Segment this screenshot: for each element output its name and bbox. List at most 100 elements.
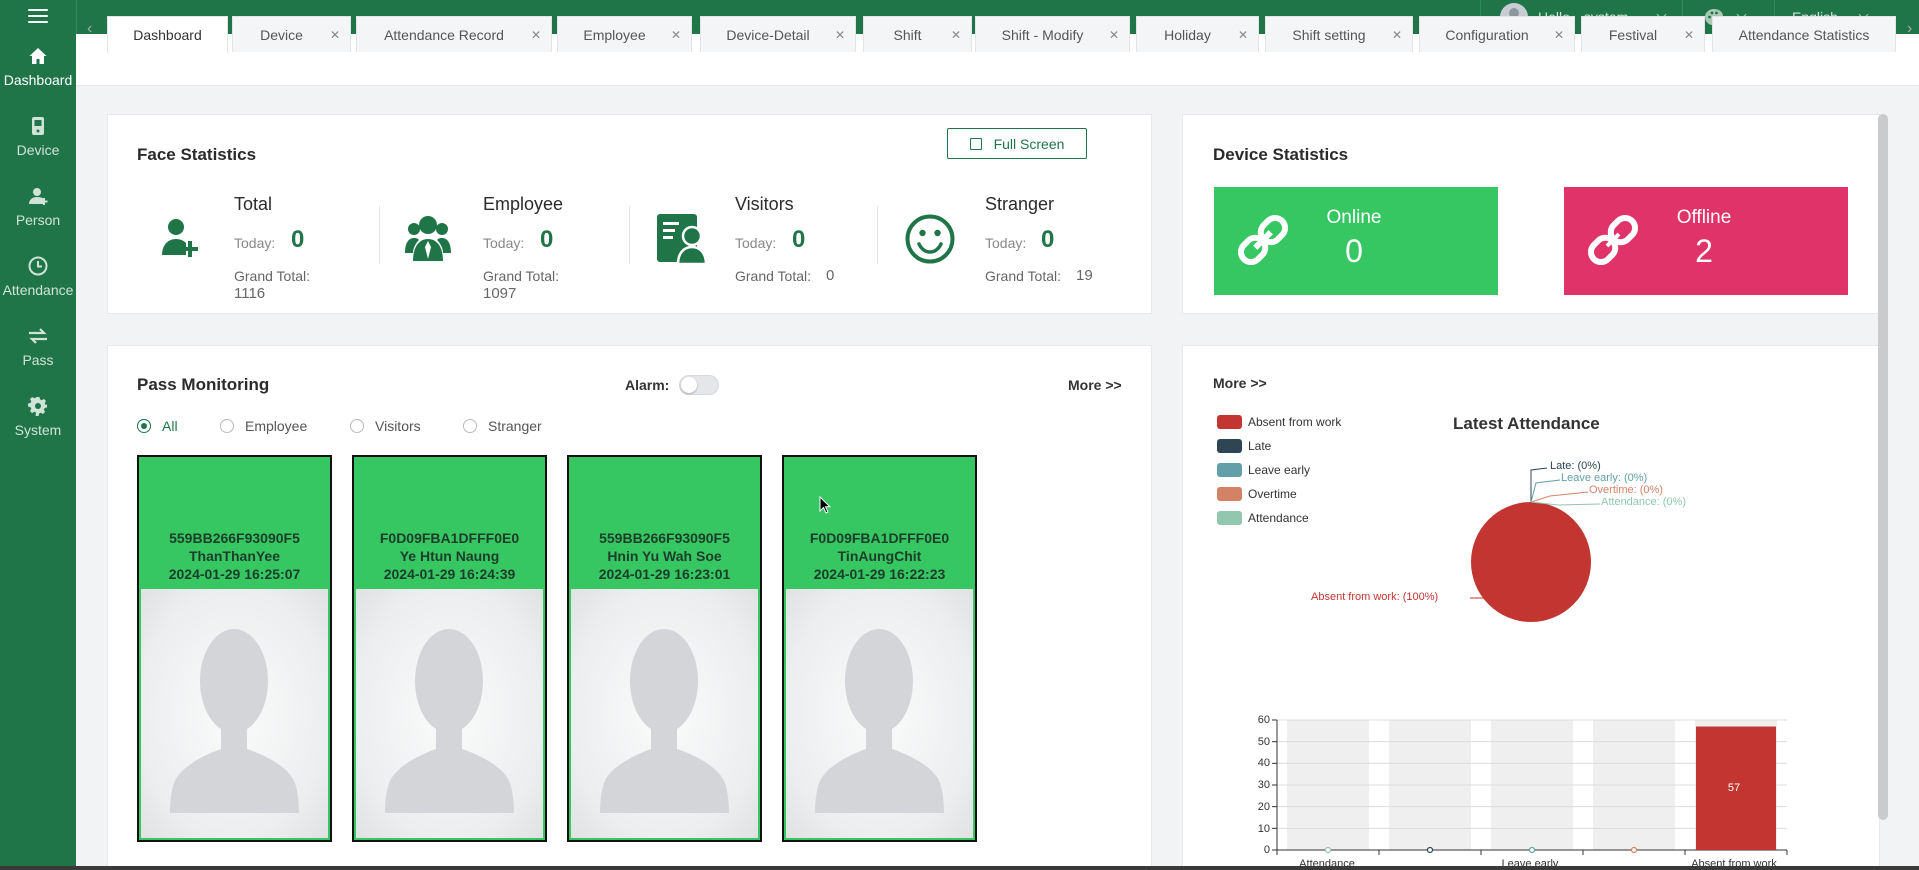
close-icon[interactable]: ✕: [951, 28, 961, 42]
tab-configuration[interactable]: Configuration ✕: [1419, 16, 1575, 52]
person-silhouette-icon: [600, 629, 729, 813]
filter-radio-employee[interactable]: Employee: [220, 417, 307, 435]
radio-label: All: [162, 418, 178, 434]
tab-shift[interactable]: Shift ✕: [863, 16, 972, 52]
attendance-more-link[interactable]: More >>: [1213, 375, 1267, 391]
bar[interactable]: [1630, 846, 1638, 854]
tab-holiday[interactable]: Holiday ✕: [1136, 16, 1259, 52]
stat-name-stranger: Stranger: [985, 194, 1055, 214]
close-icon[interactable]: ✕: [671, 28, 681, 42]
person-icon: [29, 188, 48, 205]
legend-item-overtime[interactable]: Overtime: [1217, 486, 1297, 502]
radio-dot: [220, 419, 234, 433]
more-link[interactable]: More >>: [1068, 377, 1122, 393]
alarm-label: Alarm:: [625, 377, 670, 393]
tab-scroll-left-icon[interactable]: ‹: [87, 20, 92, 38]
sidebar-item-system[interactable]: System: [0, 384, 76, 454]
legend-item-attendance[interactable]: Attendance: [1217, 510, 1309, 526]
bar-data-label: 57: [1727, 782, 1741, 794]
legend-item-absent[interactable]: Absent from work: [1217, 414, 1341, 430]
smiley-icon: [905, 214, 955, 264]
tab-shift-modify[interactable]: Shift - Modify ✕: [975, 16, 1130, 52]
pass-record-info: F0D09FBA1DFFF0E0 TinAungChit 2024-01-29 …: [784, 529, 975, 583]
offline-devices-card[interactable]: Offline 2: [1564, 187, 1848, 295]
tab-device[interactable]: Device ✕: [232, 16, 351, 52]
tab-device-detail[interactable]: Device-Detail ✕: [700, 16, 856, 52]
pass-record-card[interactable]: 559BB266F93090F5 Hnin Yu Wah Soe 2024-01…: [567, 455, 762, 842]
sidebar-item-label: Device: [16, 142, 60, 158]
pie-chart: [1470, 467, 1601, 622]
filter-radio-all[interactable]: All: [137, 417, 178, 435]
full-screen-button[interactable]: Full Screen: [947, 128, 1087, 159]
pass-record-card[interactable]: F0D09FBA1DFFF0E0 TinAungChit 2024-01-29 …: [782, 455, 977, 842]
sidebar-item-label: Dashboard: [3, 72, 73, 88]
bar[interactable]: [1426, 846, 1434, 854]
tab-festival[interactable]: Festival ✕: [1581, 16, 1705, 52]
tab-dashboard[interactable]: Dashboard: [107, 16, 228, 53]
close-icon[interactable]: ✕: [531, 28, 541, 42]
menu-toggle-icon[interactable]: [28, 9, 48, 25]
grand-total-label: Grand Total:: [234, 268, 311, 284]
sidebar-item-attendance[interactable]: Attendance: [0, 244, 76, 314]
y-tick-label: 10: [1257, 823, 1270, 835]
legend-swatch: [1217, 487, 1242, 501]
tab-scroll-right-icon[interactable]: ›: [1907, 20, 1912, 38]
legend-item-leave-early[interactable]: Leave early: [1217, 462, 1310, 478]
pass-record-info: 559BB266F93090F5 ThanThanYee 2024-01-29 …: [139, 529, 330, 583]
legend-swatch: [1217, 439, 1242, 453]
radio-label: Stranger: [488, 418, 542, 434]
close-icon[interactable]: ✕: [1109, 28, 1119, 42]
stat-today-stranger: 0: [1041, 226, 1055, 253]
bar[interactable]: [1324, 846, 1332, 854]
pie-label-late: Late: (0%): [1550, 460, 1601, 472]
stat-divider: [877, 206, 878, 264]
bar[interactable]: [1528, 846, 1536, 854]
filter-radio-stranger[interactable]: Stranger: [463, 417, 542, 435]
close-icon[interactable]: ✕: [835, 28, 845, 42]
close-icon[interactable]: ✕: [330, 28, 340, 42]
sidebar-item-label: Person: [15, 212, 61, 228]
y-tick-label: 0: [1263, 844, 1270, 856]
fullscreen-icon: [969, 137, 982, 150]
face-photo-placeholder: [571, 589, 758, 838]
offline-count: 2: [1695, 233, 1713, 269]
device-id: F0D09FBA1DFFF0E0: [809, 530, 950, 546]
y-tick-label: 40: [1257, 757, 1270, 769]
pass-monitoring-title: Pass Monitoring: [137, 375, 270, 394]
online-devices-card[interactable]: Online 0: [1214, 187, 1498, 295]
legend-item-late[interactable]: Late: [1217, 438, 1271, 454]
radio-dot: [350, 419, 364, 433]
pie-slice[interactable]: [1471, 502, 1591, 622]
pie-label-line: [1530, 491, 1589, 503]
close-icon[interactable]: ✕: [1238, 28, 1248, 42]
sidebar-item-person[interactable]: Person: [0, 174, 76, 244]
tab-attendance-record[interactable]: Attendance Record ✕: [356, 16, 552, 52]
filter-radio-visitors[interactable]: Visitors: [350, 417, 421, 435]
device-id: 559BB266F93090F5: [169, 530, 300, 546]
legend-label: Late: [1248, 439, 1272, 453]
tab-attendance-statistics[interactable]: Attendance Statistics: [1712, 16, 1896, 52]
tab-label: Holiday: [1164, 26, 1211, 43]
stat-divider: [379, 206, 380, 264]
sidebar-item-device[interactable]: Device: [0, 104, 76, 174]
transfer-icon: [29, 328, 47, 344]
today-label: Today:: [735, 235, 777, 251]
tab-label: Shift setting: [1292, 26, 1366, 43]
close-icon[interactable]: ✕: [1554, 28, 1564, 42]
y-tick-label: 60: [1257, 714, 1270, 726]
today-label: Today:: [985, 235, 1027, 251]
sidebar-item-pass[interactable]: Pass: [0, 314, 76, 384]
close-icon[interactable]: ✕: [1392, 28, 1402, 42]
pass-record-info: F0D09FBA1DFFF0E0 Ye Htun Naung 2024-01-2…: [354, 529, 545, 583]
sidebar-item-dashboard[interactable]: Dashboard: [0, 34, 76, 104]
pass-record-card[interactable]: F0D09FBA1DFFF0E0 Ye Htun Naung 2024-01-2…: [352, 455, 547, 842]
tab-shift-setting[interactable]: Shift setting ✕: [1265, 16, 1413, 52]
tab-label: Employee: [583, 26, 646, 43]
alarm-toggle[interactable]: [679, 375, 719, 395]
close-icon[interactable]: ✕: [1684, 28, 1694, 42]
device-icon: [32, 117, 44, 135]
online-count: 0: [1345, 233, 1363, 269]
scrollbar[interactable]: [1878, 114, 1888, 820]
tab-employee[interactable]: Employee ✕: [557, 16, 692, 52]
pass-record-card[interactable]: 559BB266F93090F5 ThanThanYee 2024-01-29 …: [137, 455, 332, 842]
